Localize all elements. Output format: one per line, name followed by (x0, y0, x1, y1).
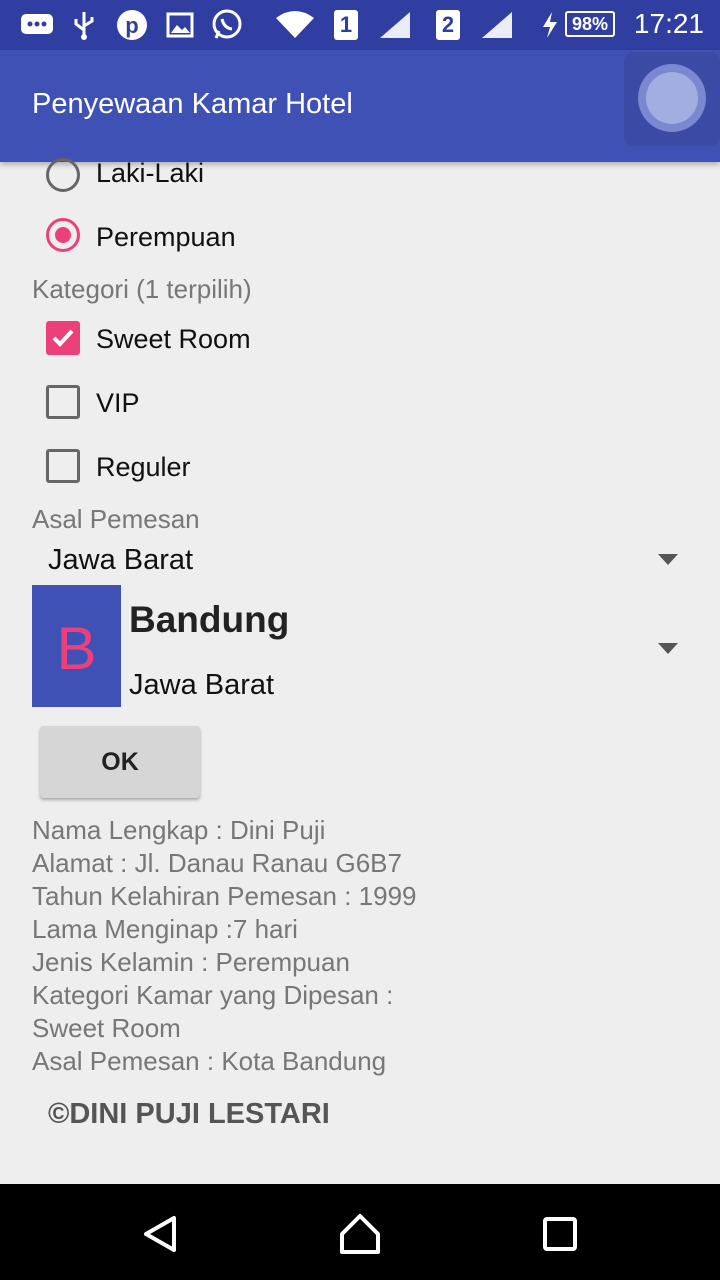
floating-chat-head[interactable] (624, 52, 720, 146)
sim1-label: 1 (334, 10, 358, 40)
clock: 17:21 (633, 8, 704, 39)
dropdown-arrow-icon (658, 554, 678, 565)
radio-perempuan[interactable]: Perempuan (40, 216, 340, 260)
checkbox-sweet-room[interactable]: Sweet Room (40, 318, 340, 362)
order-summary: Nama Lengkap : Dini Puji Alamat : Jl. Da… (32, 814, 672, 1078)
copyright-footer: ©DINI PUJI LESTARI (48, 1098, 330, 1130)
back-icon[interactable] (140, 1214, 180, 1254)
city-spinner[interactable]: B Bandung Jawa Barat (32, 585, 688, 707)
recents-icon[interactable] (542, 1216, 578, 1252)
checkbox-unchecked[interactable] (46, 385, 80, 419)
city-province: Jawa Barat (129, 669, 275, 701)
chat-head-core-icon (646, 72, 698, 124)
summary-line: Alamat : Jl. Danau Ranau G6B7 (32, 848, 402, 878)
summary-line: Sweet Room (32, 1013, 181, 1043)
sim1-icon: 1 (334, 10, 358, 40)
usb-icon (72, 10, 96, 40)
province-selected: Jawa Barat (48, 544, 194, 576)
summary-line: Asal Pemesan : Kota Bandung (32, 1046, 387, 1076)
checkbox-reguler[interactable]: Reguler (40, 446, 340, 490)
sim2-icon: 2 (436, 10, 460, 40)
checkbox-checked[interactable] (46, 321, 80, 355)
ok-button[interactable]: OK (40, 726, 200, 798)
status-bar: p 1 2 98% 17:21 (0, 0, 720, 50)
checkbox-label: Reguler (96, 452, 191, 482)
city-name: Bandung (129, 599, 290, 640)
checkbox-unchecked[interactable] (46, 449, 80, 483)
checkbox-vip[interactable]: VIP (40, 382, 340, 426)
summary-line: Tahun Kelahiran Pemesan : 1999 (32, 881, 417, 911)
city-avatar: B (32, 585, 121, 707)
province-spinner[interactable]: Jawa Barat (32, 538, 688, 584)
signal-icon (378, 10, 412, 40)
summary-line: Lama Menginap :7 hari (32, 914, 298, 944)
summary-line: Kategori Kamar yang Dipesan : (32, 980, 394, 1010)
signal-icon (480, 10, 514, 40)
pinterest-icon: p (116, 10, 148, 40)
app-title: Penyewaan Kamar Hotel (32, 88, 353, 120)
category-label: Kategori (1 terpilih) (32, 274, 252, 304)
checkbox-label: VIP (96, 388, 140, 418)
battery-icon: 98% (565, 11, 615, 37)
radio-label: Perempuan (96, 222, 236, 252)
summary-line: Jenis Kelamin : Perempuan (32, 947, 350, 977)
navigation-bar (0, 1184, 720, 1280)
charging-icon (540, 10, 560, 40)
dropdown-arrow-icon (658, 643, 678, 654)
origin-label: Asal Pemesan (32, 504, 200, 534)
chat-icon (20, 10, 54, 40)
home-icon[interactable] (338, 1212, 382, 1256)
app-bar: Penyewaan Kamar Hotel (0, 50, 720, 162)
radio-laki-laki[interactable]: Laki-Laki (40, 152, 340, 196)
radio-button-checked[interactable] (46, 218, 80, 252)
sim2-label: 2 (436, 10, 460, 40)
svg-text:p: p (125, 13, 138, 38)
radio-button-unchecked[interactable] (46, 158, 80, 192)
radio-label: Laki-Laki (96, 158, 205, 188)
checkbox-label: Sweet Room (96, 324, 251, 354)
image-icon (166, 10, 194, 40)
check-icon (52, 329, 74, 347)
whatsapp-icon (210, 9, 244, 40)
wifi-icon (274, 10, 316, 40)
summary-line: Nama Lengkap : Dini Puji (32, 815, 326, 845)
